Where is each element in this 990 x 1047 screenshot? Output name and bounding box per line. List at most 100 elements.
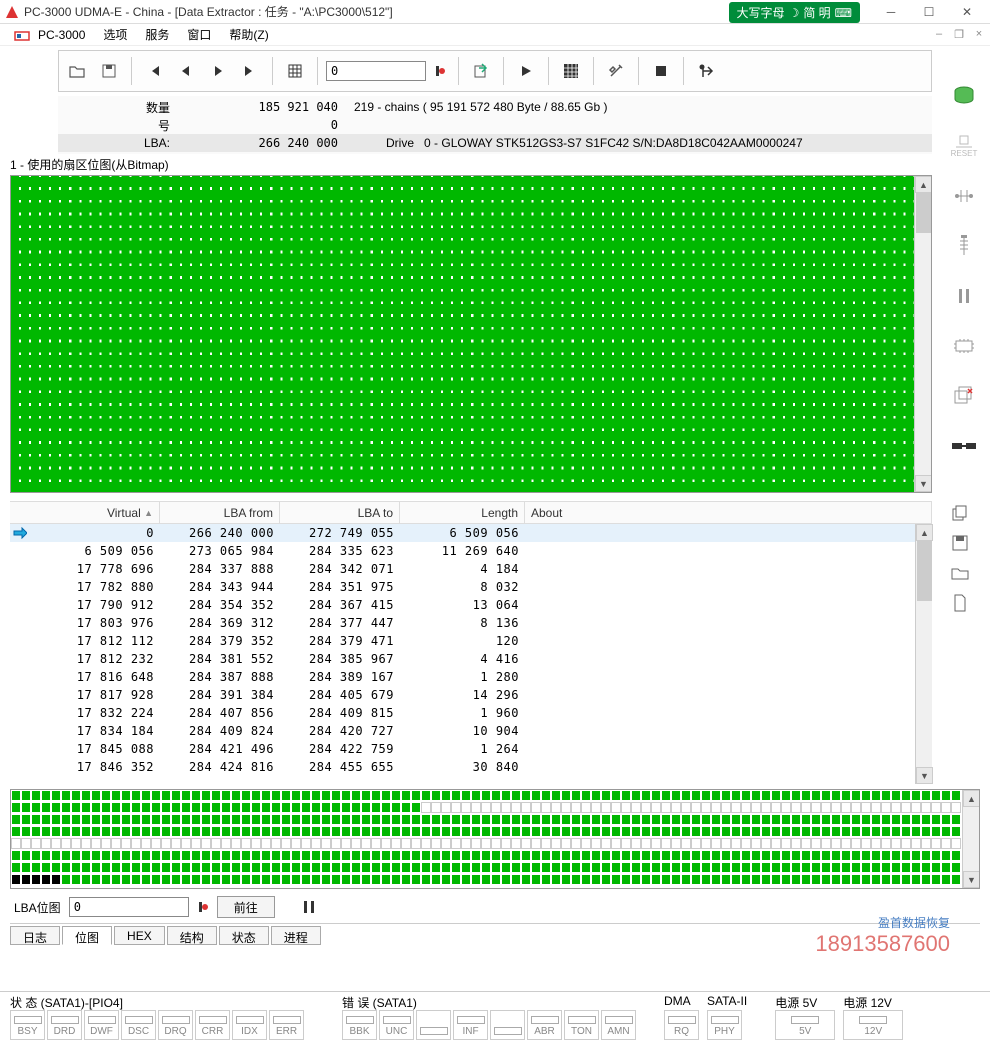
table-body[interactable]: 0 266 240 000 272 749 055 6 509 056 6 50… (10, 524, 932, 782)
rt-reset-icon[interactable]: RESET (948, 130, 980, 162)
lba-value: 266 240 000 (178, 136, 348, 150)
table-scrollbar[interactable]: ▲ ▼ (915, 524, 932, 784)
table-row[interactable]: 17 782 880 284 343 944 284 351 975 8 032 (10, 578, 932, 596)
num-label: 号 (58, 117, 178, 134)
bm2-scroll-up[interactable]: ▲ (963, 790, 980, 807)
sector-bitmap-area[interactable]: ▲ ▼ (10, 175, 932, 493)
status-box-IDX: IDX (232, 1010, 267, 1040)
bitmap-scrollbar[interactable]: ▲ ▼ (914, 176, 931, 492)
table-row[interactable]: 17 846 352 284 424 816 284 455 655 30 84… (10, 758, 932, 776)
tools-button[interactable] (602, 55, 630, 87)
bitmap-section-label: 1 - 使用的扇区位图(从Bitmap) (10, 156, 932, 173)
ime-badge[interactable]: 大写字母 ☽ 简 明 ⌨ (729, 2, 860, 23)
col-lba-from[interactable]: LBA from (160, 502, 280, 523)
next-button[interactable] (204, 55, 232, 87)
col-length[interactable]: Length (400, 502, 525, 523)
status-box-DRD: DRD (47, 1010, 82, 1040)
stop-button[interactable] (647, 55, 675, 87)
table-row[interactable]: 17 812 232 284 381 552 284 385 967 4 416 (10, 650, 932, 668)
bm2-scroll-down[interactable]: ▼ (963, 871, 980, 888)
tab-位图[interactable]: 位图 (62, 926, 112, 945)
bitmap2-scrollbar[interactable]: ▲ ▼ (962, 790, 979, 888)
tab-状态[interactable]: 状态 (219, 926, 269, 945)
table-scroll-down[interactable]: ▼ (916, 767, 933, 784)
lba-pause-icon[interactable] (303, 900, 315, 914)
lba-input[interactable] (69, 897, 189, 917)
status-box-blank (416, 1010, 451, 1040)
position-input[interactable] (326, 61, 426, 81)
table-scroll-up[interactable]: ▲ (916, 524, 933, 541)
status-box-5V: 5V (775, 1010, 835, 1040)
table-row[interactable]: 17 778 696 284 337 888 284 342 071 4 184 (10, 560, 932, 578)
rt-chip-icon[interactable] (948, 330, 980, 362)
grid2-button[interactable] (557, 55, 585, 87)
table-row[interactable]: 17 816 648 284 387 888 284 389 167 1 280 (10, 668, 932, 686)
open-button[interactable] (63, 55, 91, 87)
status-box-ERR: ERR (269, 1010, 304, 1040)
titlebar: PC-3000 UDMA-E - China - [Data Extractor… (0, 0, 990, 24)
marker-red-icon[interactable] (430, 55, 450, 87)
table-row[interactable]: 0 266 240 000 272 749 055 6 509 056 (10, 524, 932, 542)
scroll-thumb[interactable] (916, 193, 931, 233)
tab-日志[interactable]: 日志 (10, 926, 60, 945)
menu-help[interactable]: 帮助(Z) (221, 24, 276, 45)
side-save-icon[interactable] (949, 532, 971, 554)
lba-label: LBA: (58, 136, 178, 150)
save-button[interactable] (95, 55, 123, 87)
rt-align-icon[interactable] (948, 180, 980, 212)
table-row[interactable]: 17 832 224 284 407 856 284 409 815 1 960 (10, 704, 932, 722)
moon-icon: ☽ (789, 6, 800, 20)
scroll-up-button[interactable]: ▲ (915, 176, 932, 193)
mdi-minimize[interactable]: – (930, 26, 948, 42)
scroll-down-button[interactable]: ▼ (915, 475, 932, 492)
first-button[interactable] (140, 55, 168, 87)
status-box-PHY: PHY (707, 1010, 742, 1040)
table-row[interactable]: 17 812 112 284 379 352 284 379 471 120 (10, 632, 932, 650)
mdi-close[interactable]: × (970, 26, 988, 42)
rt-copy-close-icon[interactable] (948, 380, 980, 412)
maximize-button[interactable]: ☐ (910, 1, 948, 23)
rt-pause-icon[interactable] (948, 280, 980, 312)
grid-button[interactable] (281, 55, 309, 87)
exit-button[interactable] (692, 55, 720, 87)
table-scroll-thumb[interactable] (917, 541, 932, 601)
side-doc-icon[interactable] (949, 592, 971, 614)
drive-value: 0 - GLOWAY STK512GS3-S7 S1FC42 S/N:DA8D1… (424, 136, 803, 150)
rt-connector-icon[interactable] (948, 430, 980, 462)
go-button[interactable]: 前往 (217, 896, 275, 918)
col-lba-to[interactable]: LBA to (280, 502, 400, 523)
tab-HEX[interactable]: HEX (114, 926, 165, 945)
tab-结构[interactable]: 结构 (167, 926, 217, 945)
play-button[interactable] (512, 55, 540, 87)
minimize-button[interactable]: ─ (872, 1, 910, 23)
close-button[interactable]: ✕ (948, 1, 986, 23)
prev-button[interactable] (172, 55, 200, 87)
table-row[interactable]: 17 834 184 284 409 824 284 420 727 10 90… (10, 722, 932, 740)
menu-window[interactable]: 窗口 (179, 24, 219, 45)
table-row[interactable]: 17 845 088 284 421 496 284 422 759 1 264 (10, 740, 932, 758)
table-row[interactable]: 17 817 928 284 391 384 284 405 679 14 29… (10, 686, 932, 704)
drive-label: Drive (354, 136, 414, 150)
menu-service[interactable]: 服务 (137, 24, 177, 45)
side-open-icon[interactable] (949, 562, 971, 584)
table-row[interactable]: 17 790 912 284 354 352 284 367 415 13 06… (10, 596, 932, 614)
lba-marker-icon[interactable] (193, 900, 213, 914)
tab-进程[interactable]: 进程 (271, 926, 321, 945)
table-row[interactable]: 17 803 976 284 369 312 284 377 447 8 136 (10, 614, 932, 632)
table-header: Virtual ▲ LBA from LBA to Length About (10, 502, 932, 524)
rt-screw-icon[interactable] (948, 230, 980, 262)
side-copy-icon[interactable] (949, 502, 971, 524)
table-row[interactable]: 6 509 056 273 065 984 284 335 623 11 269… (10, 542, 932, 560)
info-panel: 数量 185 921 040 219 - chains ( 95 191 572… (58, 96, 932, 154)
status-group: DMARQ (660, 994, 703, 1046)
menu-app[interactable]: PC-3000 (30, 26, 93, 44)
status-group: 错 误 (SATA1)BBKUNCINFABRTONAMN (338, 994, 640, 1046)
lba-bitmap-area[interactable]: ▲ ▼ (10, 789, 980, 889)
rt-disk-icon[interactable] (948, 80, 980, 112)
last-button[interactable] (236, 55, 264, 87)
col-virtual[interactable]: Virtual ▲ (30, 502, 160, 523)
col-about[interactable]: About (525, 502, 932, 523)
mdi-restore[interactable]: ❐ (950, 26, 968, 42)
menu-options[interactable]: 选项 (95, 24, 135, 45)
export-button[interactable] (467, 55, 495, 87)
